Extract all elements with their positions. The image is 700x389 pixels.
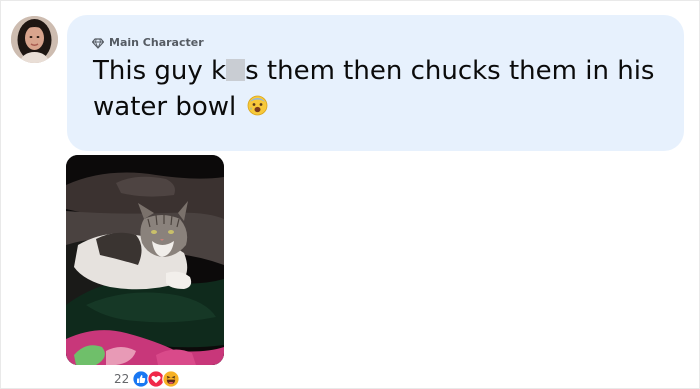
reactions-summary[interactable]: 22 — [114, 370, 181, 388]
diamond-icon — [92, 37, 104, 49]
reaction-icons — [132, 370, 181, 388]
haha-icon — [162, 370, 181, 388]
attached-photo[interactable] — [66, 155, 224, 365]
cat-photo-image — [66, 155, 224, 365]
anxious-face-emoji — [247, 90, 268, 126]
avatar-image — [11, 16, 58, 63]
badge[interactable]: Main Character — [92, 36, 204, 50]
badge-label: Main Character — [109, 36, 204, 49]
censor-block — [226, 59, 246, 81]
avatar[interactable] — [11, 16, 58, 63]
comment-bubble: Main Character This guy ks them then chu… — [67, 15, 684, 151]
comment-text: This guy ks them then chucks them in his… — [93, 53, 668, 126]
reaction-count: 22 — [114, 372, 130, 386]
comment-text-start: This guy k — [93, 56, 227, 86]
